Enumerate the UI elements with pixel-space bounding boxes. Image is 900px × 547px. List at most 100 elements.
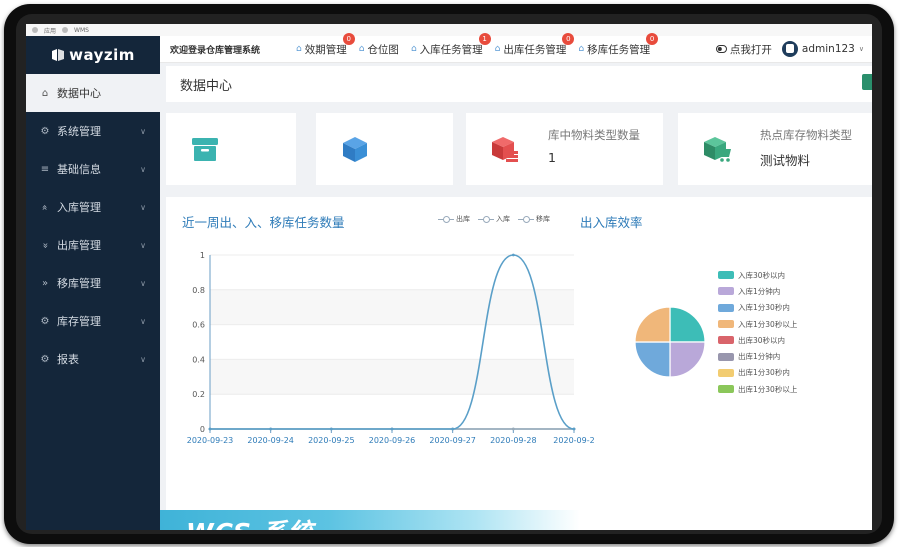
data-point xyxy=(572,427,576,431)
sidebar-nav: ⌂ 数据中心 ⚙ 系统管理 ∨ ≡ 基础信息 ∨ » 入库管理 ∨ » 出库管理 ∨ » 移库管理 ∨ ⚙ 库存管理… xyxy=(26,74,160,378)
pie-legend-item-2[interactable]: 入库1分钟内 xyxy=(718,283,797,299)
count-badge: 0 xyxy=(342,32,355,45)
chevron-down-icon: ∨ xyxy=(140,126,146,136)
x-tick-label: 2020-09-27 xyxy=(429,436,476,445)
stat-label: 热点库存物料类型 xyxy=(760,128,852,142)
browser-item-wms[interactable]: WMS xyxy=(74,27,89,34)
pie-legend-item-3[interactable]: 入库1分30秒内 xyxy=(718,300,797,316)
y-tick-label: 0.4 xyxy=(192,355,205,364)
pie-legend-item-6[interactable]: 出库1分钟内 xyxy=(718,348,797,364)
legend-label: 出库1分钟内 xyxy=(738,352,781,362)
logo-cube-icon xyxy=(52,49,65,61)
sidebar-item-1[interactable]: ⌂ 数据中心 xyxy=(26,74,160,112)
top-nav-label: 出库任务管理 xyxy=(503,43,567,56)
home-outline-icon: ⌂ xyxy=(494,44,501,54)
chevron-down-icon: ∨ xyxy=(858,45,864,53)
sidebar-item-5[interactable]: » 出库管理 ∨ xyxy=(26,226,160,264)
welcome-text: 欢迎登录仓库管理系统 xyxy=(170,45,261,56)
logo[interactable]: wayzim xyxy=(26,36,160,74)
device-frame: 应用 WMS wayzim ⌂ 数据中心 ⚙ 系统管理 ∨ ≡ 基础信息 ∨ » 入库管理 ∨ » 出库… xyxy=(4,4,894,544)
legend-swatch xyxy=(718,271,734,280)
legend-marker-icon xyxy=(478,215,494,223)
stat-label: 库中物料类型数量 xyxy=(548,128,640,142)
legend-item-2[interactable]: 入库 xyxy=(478,214,510,224)
pie-slice-4[interactable] xyxy=(634,306,671,343)
top-nav: ⌂ 效期管理 0 ⌂ 仓位图 ⌂ 入库任务管理 1 ⌂ 出库任务管理 0 ⌂ 移库任务管理 0 xyxy=(296,32,662,57)
stat-text-4: 热点库存物料类型 测试物料 xyxy=(760,127,852,169)
legend-item-1[interactable]: 出库 xyxy=(438,214,470,224)
page-title: 数据中心 xyxy=(180,78,233,94)
y-tick-label: 0.2 xyxy=(192,390,205,399)
page-title-bar: 数据中心 xyxy=(166,66,872,102)
chevron-down-icon: ∨ xyxy=(140,278,146,288)
data-point xyxy=(329,427,333,431)
sidebar-item-8[interactable]: ⚙ 报表 ∨ xyxy=(26,340,160,378)
double-chevron-up-icon: » xyxy=(39,203,51,211)
home-outline-icon: ⌂ xyxy=(296,44,302,54)
screen-icon[interactable] xyxy=(862,74,872,90)
x-tick-label: 2020-09-25 xyxy=(308,436,355,445)
chevron-down-icon: ∨ xyxy=(140,240,146,250)
toggle-icon xyxy=(715,45,727,53)
user-menu[interactable]: admin123 ∨ xyxy=(781,41,864,57)
sidebar-item-6[interactable]: » 移库管理 ∨ xyxy=(26,264,160,302)
x-tick-label: 2020-09-28 xyxy=(490,436,537,445)
sidebar-item-label: 库存管理 xyxy=(57,315,101,328)
pie-legend-item-4[interactable]: 入库1分30秒以上 xyxy=(718,316,797,332)
line-chart-title: 近一周出、入、移库任务数量 xyxy=(182,215,345,230)
top-nav-item-5[interactable]: ⌂ 移库任务管理 0 xyxy=(578,32,659,57)
browser-item-apps[interactable]: 应用 xyxy=(44,26,56,35)
pie-legend-item-8[interactable]: 出库1分30秒以上 xyxy=(718,381,797,397)
open-button[interactable]: 点我打开 xyxy=(715,42,772,57)
home-outline-icon: ⌂ xyxy=(578,44,585,54)
stat-value: 1 xyxy=(548,150,556,165)
legend-label: 移库 xyxy=(536,215,550,223)
topbar: 欢迎登录仓库管理系统 ⌂ 效期管理 0 ⌂ 仓位图 ⌂ 入库任务管理 1 ⌂ 出库任务管理 0 ⌂ 移库… xyxy=(160,32,872,63)
top-nav-item-2[interactable]: ⌂ 仓位图 xyxy=(359,42,399,57)
data-point xyxy=(269,427,273,431)
cube-icon xyxy=(343,137,367,162)
sidebar-item-7[interactable]: ⚙ 库存管理 ∨ xyxy=(26,302,160,340)
sidebar-item-label: 出库管理 xyxy=(57,239,101,252)
legend-label: 入库1分30秒内 xyxy=(738,303,790,313)
open-button-label: 点我打开 xyxy=(729,43,772,56)
stat-card-2 xyxy=(316,113,453,185)
top-nav-item-4[interactable]: ⌂ 出库任务管理 0 xyxy=(494,32,575,57)
double-chevron-right-icon: » xyxy=(41,277,49,289)
pie-legend-item-7[interactable]: 出库1分30秒内 xyxy=(718,365,797,381)
legend-label: 入库1分钟内 xyxy=(738,286,781,296)
sidebar-item-label: 系统管理 xyxy=(57,125,101,138)
gears-icon: ⚙ xyxy=(40,125,50,137)
sidebar-item-2[interactable]: ⚙ 系统管理 ∨ xyxy=(26,112,160,150)
data-point xyxy=(451,427,455,431)
pie-legend-item-5[interactable]: 出库30秒以内 xyxy=(718,332,797,348)
pie-slice-3[interactable] xyxy=(634,341,671,378)
chart-panel: 近一周出、入、移库任务数量 出库 入库 移库 出入库效率 0 0.2 0.4 0.6 0.8… xyxy=(166,197,872,530)
sidebar-item-label: 数据中心 xyxy=(57,87,101,100)
pie-slice-1[interactable] xyxy=(669,306,706,343)
count-badge: 0 xyxy=(646,32,659,45)
sidebar-item-3[interactable]: ≡ 基础信息 ∨ xyxy=(26,150,160,188)
top-nav-item-3[interactable]: ⌂ 入库任务管理 1 xyxy=(410,32,491,57)
pie-slice-2[interactable] xyxy=(669,341,706,378)
stat-value: 测试物料 xyxy=(760,153,811,168)
data-point xyxy=(208,427,212,431)
username: admin123 xyxy=(801,43,855,55)
database-icon: ≡ xyxy=(40,163,50,175)
top-nav-item-1[interactable]: ⌂ 效期管理 0 xyxy=(296,32,355,57)
pie-legend-item-1[interactable]: 入库30秒以内 xyxy=(718,267,797,283)
series-line-1 xyxy=(210,254,575,430)
top-nav-label: 移库任务管理 xyxy=(587,43,651,56)
legend-item-3[interactable]: 移库 xyxy=(518,214,550,224)
home-outline-icon: ⌂ xyxy=(410,44,417,54)
home-icon: ⌂ xyxy=(41,87,49,99)
count-badge: 1 xyxy=(478,32,491,45)
wcs-banner: WCS 系统 xyxy=(160,510,580,530)
legend-swatch xyxy=(718,368,734,377)
sidebar-item-4[interactable]: » 入库管理 ∨ xyxy=(26,188,160,226)
globe-icon xyxy=(62,27,69,33)
gears-icon: ⚙ xyxy=(40,315,50,327)
stat-card-1 xyxy=(166,113,296,185)
browser-bar: 应用 WMS xyxy=(26,24,872,36)
device-bezel: 应用 WMS wayzim ⌂ 数据中心 ⚙ 系统管理 ∨ ≡ 基础信息 ∨ » 入库管理 ∨ » 出库… xyxy=(16,14,882,534)
